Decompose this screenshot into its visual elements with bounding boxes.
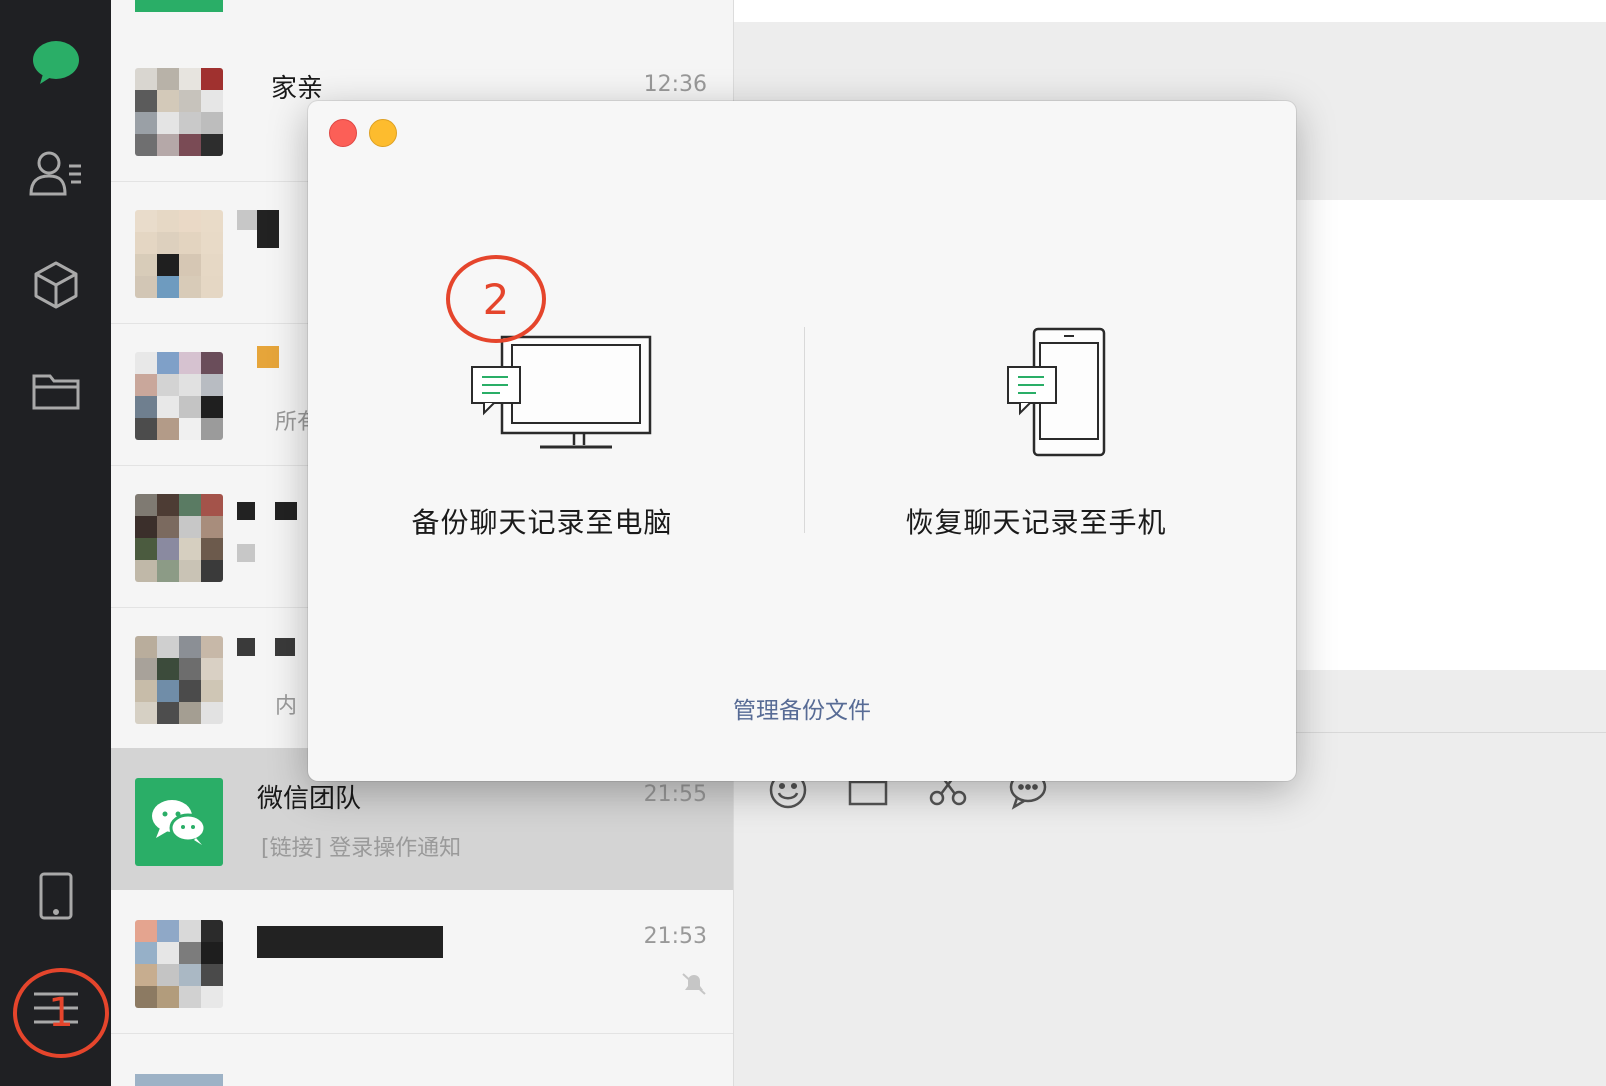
backup-to-computer-option[interactable] — [388, 333, 748, 467]
avatar — [135, 68, 223, 156]
redacted-name — [275, 638, 295, 656]
sidebar: 1 — [0, 0, 111, 1086]
redacted-name — [237, 638, 255, 656]
avatar — [135, 210, 223, 298]
redacted-preview — [237, 544, 255, 562]
restore-to-phone-label[interactable]: 恢复聊天记录至手机 — [856, 501, 1216, 541]
backup-restore-dialog: 备份聊天记录至电脑 恢复聊天记录至手机 管理备份文件 2 — [308, 101, 1296, 781]
manage-backup-files-link[interactable]: 管理备份文件 — [308, 691, 1296, 725]
option-divider — [804, 327, 805, 533]
wechat-logo-icon — [152, 800, 207, 845]
window-minimize-button[interactable] — [369, 119, 397, 147]
chat-list-item[interactable]: 21:53 — [111, 890, 733, 1034]
mini-programs-icon[interactable] — [0, 260, 111, 310]
backup-to-computer-label[interactable]: 备份聊天记录至电脑 — [362, 501, 722, 541]
redacted-name — [275, 502, 297, 520]
chat-name: 微信团队 — [257, 784, 362, 814]
mute-icon — [681, 972, 707, 1000]
redacted-name — [237, 210, 257, 230]
redacted-name — [257, 346, 279, 368]
chat-preview: [链接] 登录操作通知 — [261, 836, 462, 861]
computer-icon — [471, 335, 652, 449]
wechat-team-avatar — [135, 778, 223, 866]
avatar — [135, 352, 223, 440]
avatar — [135, 0, 223, 12]
redacted-name — [257, 210, 279, 248]
chat-icon[interactable] — [0, 40, 111, 86]
restore-to-phone-option[interactable] — [868, 327, 1228, 471]
phone-icon[interactable] — [0, 872, 111, 920]
avatar — [135, 920, 223, 1008]
chat-header — [734, 0, 1606, 22]
chat-time: 21:53 — [643, 924, 707, 949]
window-close-button[interactable] — [329, 119, 357, 147]
step-1-annotation: 1 — [13, 968, 109, 1058]
step-2-annotation: 2 — [446, 255, 546, 343]
phone-icon — [1007, 327, 1106, 457]
avatar — [135, 1074, 223, 1086]
chat-time: 21:55 — [643, 782, 707, 807]
redacted-name — [257, 926, 443, 958]
chat-preview: 内 — [275, 694, 298, 719]
avatar — [135, 636, 223, 724]
chat-name: 家亲 — [271, 74, 324, 104]
chat-time: 12:36 — [643, 72, 707, 97]
files-icon[interactable] — [0, 372, 111, 410]
avatar — [135, 494, 223, 582]
contacts-icon[interactable] — [0, 150, 111, 196]
redacted-name — [237, 502, 255, 520]
